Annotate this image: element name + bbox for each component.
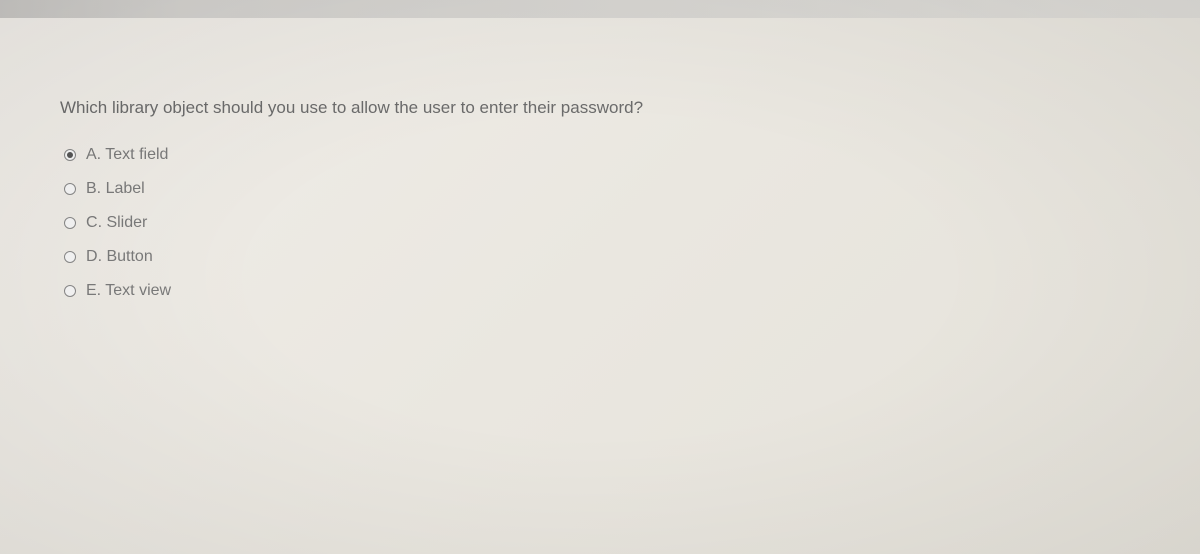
option-c[interactable]: C. Slider — [64, 214, 1140, 232]
radio-a[interactable] — [64, 149, 76, 161]
option-b-label: B. Label — [86, 180, 145, 198]
radio-e[interactable] — [64, 285, 76, 297]
top-border-bar — [0, 0, 1200, 18]
option-b[interactable]: B. Label — [64, 180, 1140, 198]
radio-b[interactable] — [64, 183, 76, 195]
options-list: A. Text field B. Label C. Slider D. Butt… — [60, 146, 1140, 300]
option-c-label: C. Slider — [86, 214, 147, 232]
option-a[interactable]: A. Text field — [64, 146, 1140, 164]
option-e-label: E. Text view — [86, 282, 171, 300]
option-d[interactable]: D. Button — [64, 248, 1140, 266]
option-e[interactable]: E. Text view — [64, 282, 1140, 300]
option-d-label: D. Button — [86, 248, 153, 266]
radio-c[interactable] — [64, 217, 76, 229]
option-a-label: A. Text field — [86, 146, 168, 164]
radio-d[interactable] — [64, 251, 76, 263]
question-text: Which library object should you use to a… — [60, 98, 1140, 118]
question-content: Which library object should you use to a… — [0, 18, 1200, 300]
